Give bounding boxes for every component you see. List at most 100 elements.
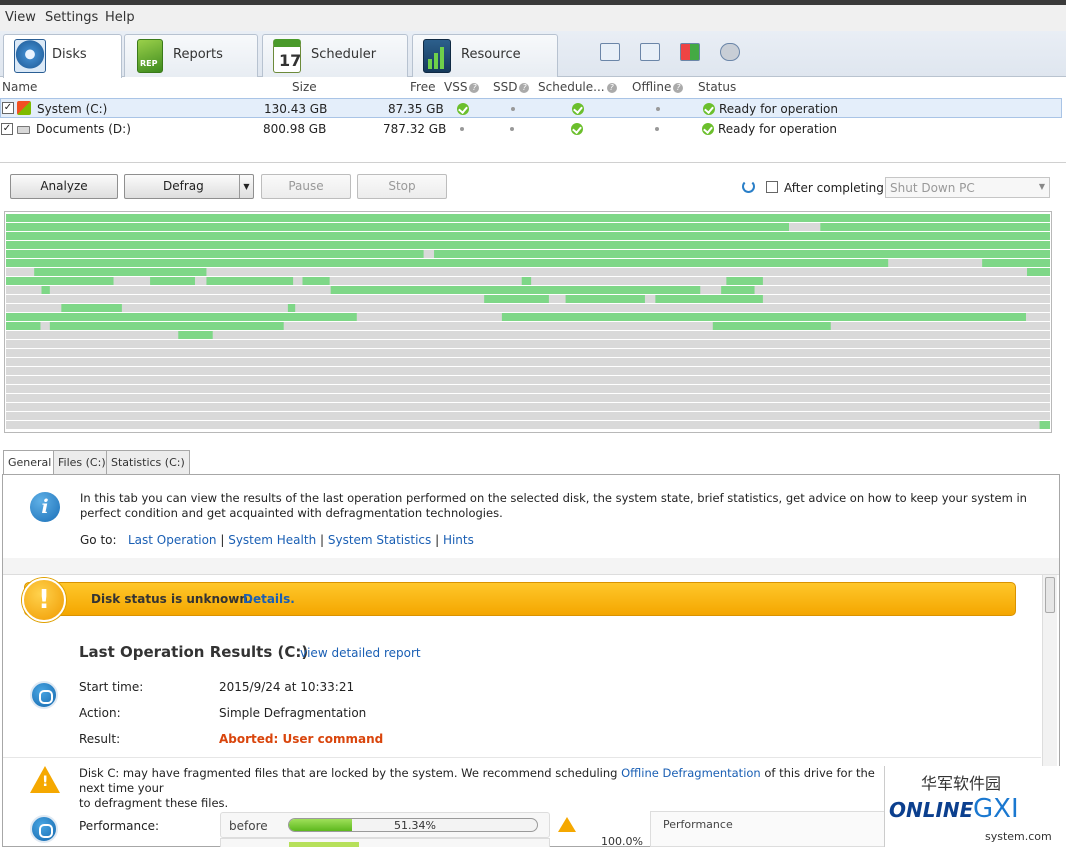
disk-status: Ready for operation [718, 122, 837, 136]
defrag-button[interactable]: Defrag ▼ [124, 174, 254, 199]
subtab-general[interactable]: General [3, 450, 57, 475]
cluster-used-block [726, 277, 763, 285]
col-name[interactable]: Name [2, 80, 37, 94]
cluster-used-block [721, 286, 755, 294]
subtab-statistics[interactable]: Statistics (C:) [106, 450, 190, 474]
cluster-used-block [982, 259, 1050, 267]
cluster-used-block [712, 322, 831, 330]
banner-details-link[interactable]: Details. [243, 592, 295, 606]
offline-dot-icon [656, 107, 660, 111]
performance-before-bar: 51.34% [288, 818, 538, 832]
cluster-used-block [434, 250, 1050, 258]
gear-icon [30, 815, 58, 843]
cluster-used-block [820, 223, 1050, 231]
pause-button[interactable]: Pause [261, 174, 351, 199]
disk-checkbox[interactable]: ✓ [1, 123, 13, 135]
divider [3, 757, 1041, 758]
after-completing-select[interactable]: Shut Down PC ▼ [885, 177, 1050, 198]
cluster-used-block [6, 277, 114, 285]
disk-status: Ready for operation [719, 102, 838, 116]
scheduled-check-icon [571, 123, 583, 135]
action-label: Action: [79, 706, 121, 720]
results-title: Last Operation Results (C:) [79, 643, 309, 661]
cluster-used-block [6, 223, 789, 231]
disk-free: 787.32 GB [383, 122, 447, 136]
cluster-used-block [330, 286, 701, 294]
cluster-row [6, 340, 1050, 348]
subtab-files[interactable]: Files (C:) [53, 450, 111, 474]
disk-checkbox[interactable]: ✓ [2, 102, 14, 114]
cluster-used-block [501, 313, 1026, 321]
menu-settings[interactable]: Settings [45, 10, 98, 25]
offline-dot-icon [655, 127, 659, 131]
warning-triangle-icon [558, 817, 576, 832]
menu-help[interactable]: Help [105, 10, 135, 25]
cluster-used-block [1039, 421, 1050, 429]
start-value: 2015/9/24 at 10:33:21 [219, 680, 355, 694]
col-size[interactable]: Size [292, 80, 317, 94]
col-vss[interactable]: VSS? [444, 80, 480, 94]
help-icon: ? [673, 82, 684, 93]
col-free[interactable]: Free [410, 80, 435, 94]
warning-circle-icon: ! [22, 578, 66, 622]
cluster-row [6, 385, 1050, 393]
analyze-button[interactable]: Analyze [10, 174, 118, 199]
tab-resource[interactable]: Resource [412, 34, 558, 77]
vss-check-icon [457, 103, 469, 115]
cluster-row [6, 394, 1050, 402]
link-hints[interactable]: Hints [443, 533, 474, 547]
after-completing-checkbox[interactable] [766, 181, 778, 193]
link-system-health[interactable]: System Health [228, 533, 316, 547]
dropdown-arrow-icon[interactable]: ▼ [239, 175, 253, 198]
cluster-row [6, 403, 1050, 411]
cluster-row [6, 376, 1050, 384]
windows-drive-icon [17, 101, 31, 115]
cluster-used-block [6, 241, 1050, 249]
goto-links: Go to: Last Operation | System Health | … [80, 533, 474, 547]
status-check-icon [703, 103, 715, 115]
disk-row-c[interactable]: ✓ System (C:) 130.43 GB 87.35 GB Ready f… [0, 98, 1062, 118]
view-report-link[interactable]: view detailed report [300, 646, 421, 660]
tab-disks[interactable]: Disks [3, 34, 122, 78]
disk-icon [14, 39, 46, 73]
menu-view[interactable]: View [5, 10, 36, 25]
help-icon: ? [519, 82, 530, 93]
disk-name: System (C:) [37, 102, 108, 116]
start-label: Start time: [79, 680, 144, 694]
disk-size: 800.98 GB [263, 122, 327, 136]
disk-size: 130.43 GB [264, 102, 328, 116]
col-ssd[interactable]: SSD? [493, 80, 530, 94]
ssd-dot-icon [510, 127, 514, 131]
scrollbar-thumb[interactable] [1045, 577, 1055, 613]
cluster-used-block [41, 286, 50, 294]
list-view-icon[interactable] [600, 43, 620, 61]
col-offline[interactable]: Offline? [632, 80, 684, 94]
cluster-row [6, 331, 1050, 339]
help-icon: ? [606, 82, 617, 93]
settings-gear-icon[interactable] [720, 43, 740, 61]
disk-row-d[interactable]: ✓ Documents (D:) 800.98 GB 787.32 GB Rea… [0, 119, 1062, 139]
link-last-operation[interactable]: Last Operation [128, 533, 217, 547]
hard-drive-icon [17, 126, 30, 134]
power-icon [742, 180, 755, 193]
performance-pct: 100.0% [601, 835, 643, 847]
cluster-row [6, 349, 1050, 357]
disk-table-header: Name Size Free VSS? SSD? Schedule...? Of… [0, 78, 1066, 96]
col-scheduled[interactable]: Schedule...? [538, 80, 617, 94]
cluster-used-block [6, 250, 424, 258]
tab-scheduler[interactable]: 17 Scheduler [262, 34, 408, 77]
performance-before-value: 51.34% [394, 819, 436, 832]
cluster-used-block [1027, 268, 1050, 276]
disk-map-icon[interactable] [680, 43, 700, 61]
cluster-used-block [34, 268, 207, 276]
stop-button[interactable]: Stop [357, 174, 447, 199]
col-status[interactable]: Status [698, 80, 736, 94]
info-text: In this tab you can view the results of … [80, 491, 1027, 520]
graph-icon[interactable] [640, 43, 660, 61]
disk-name: Documents (D:) [36, 122, 131, 136]
cluster-used-block [302, 277, 330, 285]
link-system-statistics[interactable]: System Statistics [328, 533, 431, 547]
tab-reports[interactable]: REP Reports [124, 34, 258, 77]
cluster-used-block [206, 277, 294, 285]
offline-defrag-link[interactable]: Offline Defragmentation [621, 766, 761, 780]
